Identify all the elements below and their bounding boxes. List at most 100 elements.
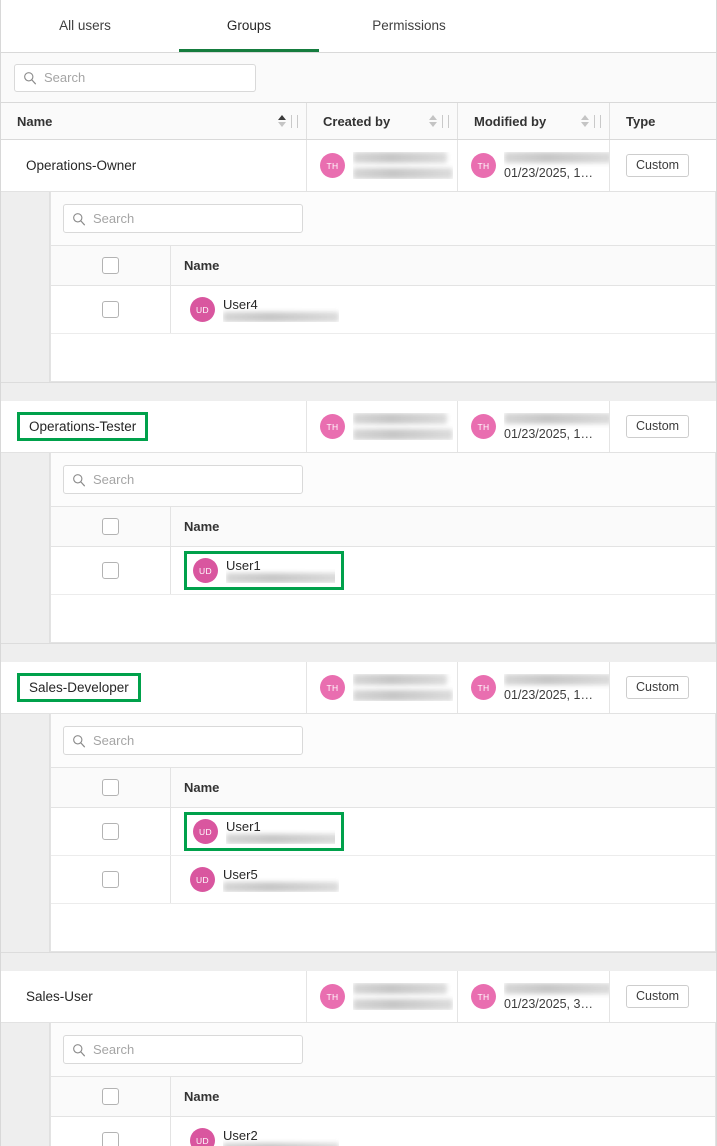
members-search-input[interactable]: Search <box>63 726 303 755</box>
members-search-input[interactable]: Search <box>63 204 303 233</box>
table-row[interactable]: Sales-Developer TH TH 01/23/2025, 1… Cus… <box>1 662 716 714</box>
redacted-user-name <box>353 983 453 1010</box>
search-input[interactable]: Search <box>14 64 256 92</box>
member-name-cell[interactable]: UD User2 <box>171 1117 715 1146</box>
group-name-cell[interactable]: Operations-Tester <box>1 401 307 452</box>
modified-info: 01/23/2025, 1… <box>504 152 609 180</box>
members-table-footer <box>51 595 715 643</box>
user-management-panel: All users Groups Permissions Search Name <box>0 0 717 1146</box>
tab-groups[interactable]: Groups <box>169 0 329 52</box>
search-placeholder: Search <box>93 211 134 226</box>
group-members-panel: Search Name <box>1 192 716 383</box>
search-icon <box>72 212 86 226</box>
column-header-member-name: Name <box>171 507 715 546</box>
select-all-checkbox[interactable] <box>102 257 119 274</box>
member-name-cell[interactable]: UD User1 <box>171 547 715 594</box>
select-all-cell[interactable] <box>51 246 171 285</box>
type-cell: Custom <box>610 401 716 452</box>
list-item[interactable]: UD User5 <box>51 856 715 904</box>
row-checkbox[interactable] <box>102 871 119 888</box>
members-table: Name UD User2 <box>51 1076 715 1146</box>
redacted-email <box>226 573 335 583</box>
member-identity: UD User4 <box>184 293 345 326</box>
column-header-created-by[interactable]: Created by <box>307 103 458 139</box>
status-badge: Custom <box>626 985 689 1008</box>
tab-label: All users <box>59 18 111 33</box>
list-item[interactable]: UD User2 <box>51 1117 715 1146</box>
table-row[interactable]: Sales-User TH TH 01/23/2025, 3… Custom <box>1 971 716 1023</box>
column-resize-handle[interactable] <box>442 115 449 128</box>
column-label: Created by <box>323 114 428 129</box>
status-badge: Custom <box>626 676 689 699</box>
members-panel: Search Name <box>50 453 716 643</box>
member-identity: UD User5 <box>184 863 345 896</box>
select-all-checkbox[interactable] <box>102 518 119 535</box>
row-select-cell[interactable] <box>51 808 171 855</box>
members-search-input[interactable]: Search <box>63 1035 303 1064</box>
toolbar: Search <box>1 53 716 103</box>
tab-all-users[interactable]: All users <box>1 0 169 52</box>
row-checkbox[interactable] <box>102 562 119 579</box>
group-name: Sales-Developer <box>17 673 141 702</box>
avatar: UD <box>190 867 215 892</box>
member-name-cell[interactable]: UD User1 <box>171 808 715 855</box>
avatar: TH <box>471 675 496 700</box>
members-table-header: Name <box>51 507 715 547</box>
member-name-cell[interactable]: UD User4 <box>171 286 715 333</box>
member-name: User2 <box>223 1128 339 1143</box>
redacted-email <box>223 882 339 892</box>
table-row[interactable]: Operations-Tester TH TH 01/23/2025, 1… C… <box>1 401 716 453</box>
type-cell: Custom <box>610 971 716 1022</box>
list-item[interactable]: UD User1 <box>51 808 715 856</box>
row-checkbox[interactable] <box>102 823 119 840</box>
select-all-cell[interactable] <box>51 1077 171 1116</box>
created-by-cell: TH <box>307 401 458 452</box>
created-by-cell: TH <box>307 662 458 713</box>
select-all-cell[interactable] <box>51 507 171 546</box>
select-all-checkbox[interactable] <box>102 1088 119 1105</box>
sort-arrows-icon[interactable] <box>277 115 286 127</box>
sort-arrows-icon[interactable] <box>580 115 589 127</box>
created-by-cell: TH <box>307 140 458 191</box>
timestamp: 01/23/2025, 1… <box>504 688 609 702</box>
tab-permissions[interactable]: Permissions <box>329 0 489 52</box>
redacted-user-name <box>353 152 453 179</box>
column-label: Modified by <box>474 114 580 129</box>
column-label: Name <box>184 780 219 795</box>
panel-gutter <box>1 1023 50 1146</box>
column-resize-handle[interactable] <box>291 115 298 128</box>
members-search-input[interactable]: Search <box>63 465 303 494</box>
column-label: Name <box>184 519 219 534</box>
status-badge: Custom <box>626 415 689 438</box>
timestamp: 01/23/2025, 3… <box>504 997 609 1011</box>
column-header-name[interactable]: Name <box>1 103 307 139</box>
modified-by-cell: TH 01/23/2025, 1… <box>458 140 610 191</box>
column-header-type[interactable]: Type <box>610 103 716 139</box>
row-checkbox[interactable] <box>102 301 119 318</box>
member-identity: UD User1 <box>184 551 344 590</box>
redacted-user-name <box>353 413 453 440</box>
search-icon <box>23 71 37 85</box>
list-item[interactable]: UD User4 <box>51 286 715 334</box>
tab-label: Groups <box>227 18 271 33</box>
row-checkbox[interactable] <box>102 1132 119 1146</box>
modified-by-cell: TH 01/23/2025, 1… <box>458 401 610 452</box>
column-resize-handle[interactable] <box>594 115 601 128</box>
member-name-cell[interactable]: UD User5 <box>171 856 715 903</box>
row-select-cell[interactable] <box>51 547 171 594</box>
row-select-cell[interactable] <box>51 1117 171 1146</box>
row-select-cell[interactable] <box>51 856 171 903</box>
group-name-cell[interactable]: Sales-User <box>1 971 307 1022</box>
row-select-cell[interactable] <box>51 286 171 333</box>
select-all-checkbox[interactable] <box>102 779 119 796</box>
modified-info: 01/23/2025, 1… <box>504 674 609 702</box>
column-header-member-name: Name <box>171 246 715 285</box>
group-name-cell[interactable]: Sales-Developer <box>1 662 307 713</box>
list-item[interactable]: UD User1 <box>51 547 715 595</box>
column-header-modified-by[interactable]: Modified by <box>458 103 610 139</box>
members-panel: Search Name <box>50 1023 716 1146</box>
sort-arrows-icon[interactable] <box>428 115 437 127</box>
table-row[interactable]: Operations-Owner TH TH 01/23/2025, 1… Cu… <box>1 140 716 192</box>
select-all-cell[interactable] <box>51 768 171 807</box>
group-name-cell[interactable]: Operations-Owner <box>1 140 307 191</box>
